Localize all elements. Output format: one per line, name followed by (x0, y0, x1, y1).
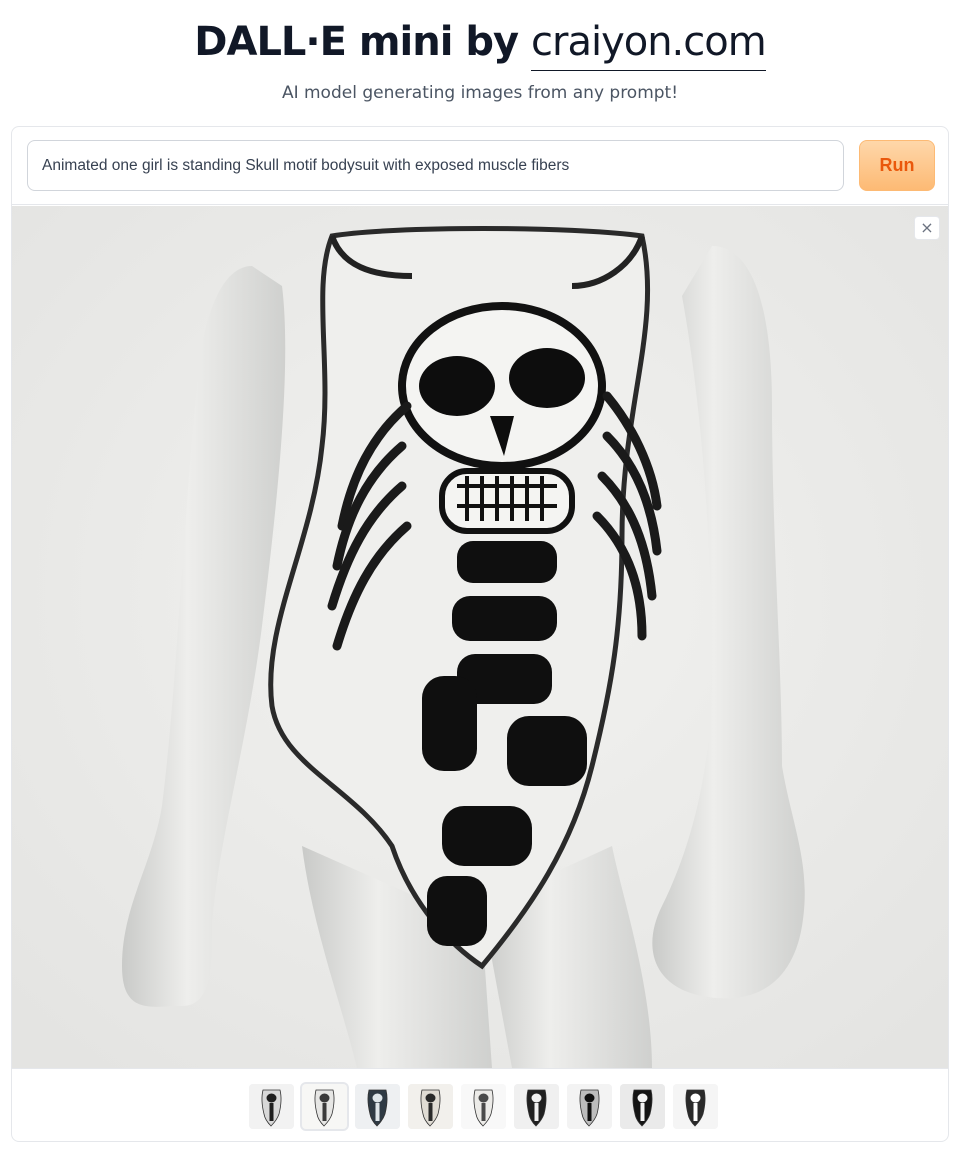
generator-panel: Run (11, 126, 949, 1142)
thumbnail-image (513, 1083, 559, 1129)
thumbnail-image (354, 1083, 400, 1129)
craiyon-link[interactable]: craiyon.com (531, 16, 767, 71)
thumbnail-strip (12, 1068, 948, 1141)
thumbnail-9[interactable] (672, 1083, 718, 1129)
prompt-input[interactable] (27, 140, 844, 191)
thumbnail-8[interactable] (619, 1083, 665, 1129)
thumbnail-image (672, 1083, 718, 1129)
app-title: DALL·E mini by craiyon.com (0, 16, 960, 72)
thumbnail-7[interactable] (566, 1083, 612, 1129)
page-header: DALL·E mini by craiyon.com AI model gene… (0, 0, 960, 125)
prompt-row: Run (12, 127, 948, 205)
thumbnail-image (460, 1083, 506, 1129)
thumbnail-3[interactable] (354, 1083, 400, 1129)
app-subtitle: AI model generating images from any prom… (281, 83, 679, 103)
app-title-text: DALL·E mini by (194, 19, 531, 65)
thumbnail-image (566, 1083, 612, 1129)
thumbnail-image (301, 1083, 347, 1129)
close-icon[interactable]: × (914, 216, 940, 240)
thumbnail-6[interactable] (513, 1083, 559, 1129)
generated-image (12, 206, 948, 1068)
thumbnail-image (619, 1083, 665, 1129)
thumbnail-4[interactable] (407, 1083, 453, 1129)
thumbnail-5[interactable] (460, 1083, 506, 1129)
generated-image-view: × (12, 206, 948, 1068)
thumbnail-1[interactable] (248, 1083, 294, 1129)
run-button[interactable]: Run (859, 140, 935, 191)
thumbnail-image (407, 1083, 453, 1129)
thumbnail-2[interactable] (301, 1083, 347, 1129)
thumbnail-image (248, 1083, 294, 1129)
